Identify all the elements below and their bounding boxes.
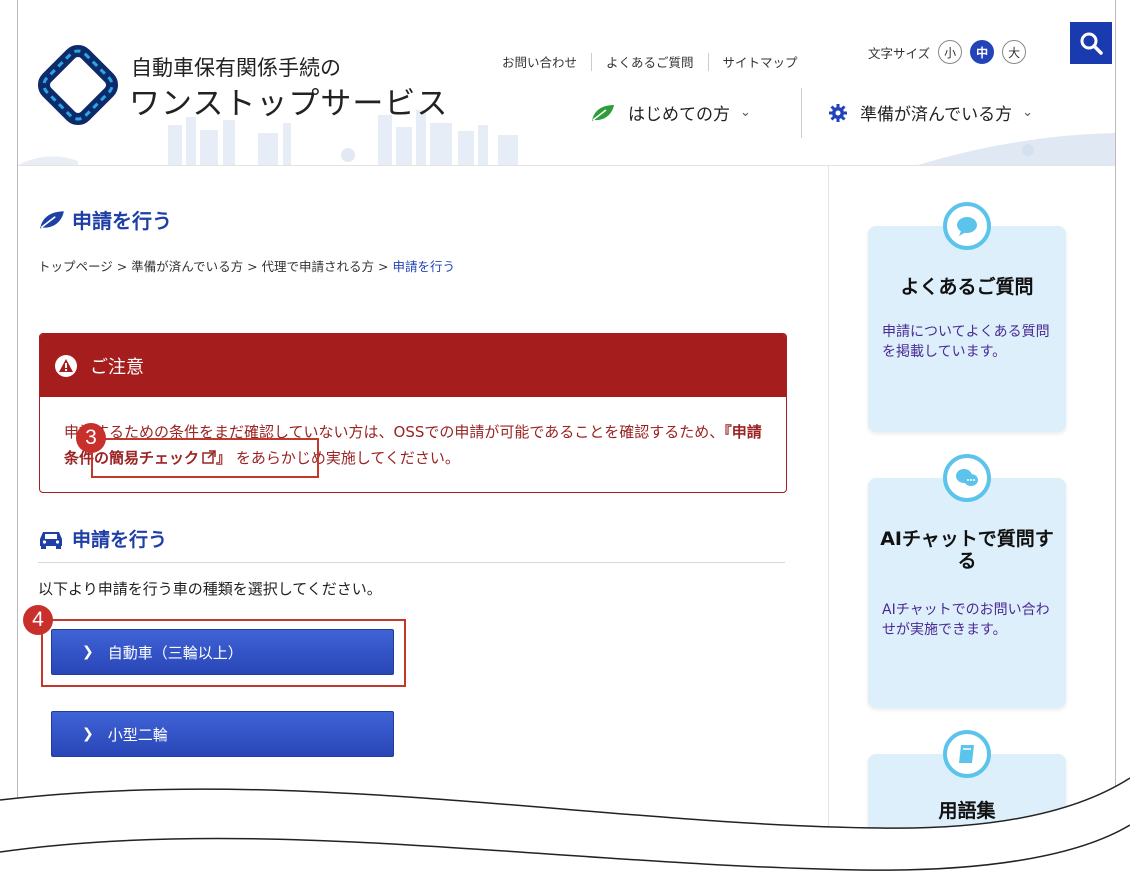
chat-bubbles-icon xyxy=(943,454,991,502)
browser-frame: 自動車保有関係手続の ワンストップサービス お問い合わせ よくあるご質問 サイト… xyxy=(17,0,1116,877)
breadcrumb: トップページ > 準備が済んでいる方 > 代理で申請される方 > 申請を行う xyxy=(38,256,455,275)
speech-bubble-icon xyxy=(943,202,991,250)
leaf-icon xyxy=(592,104,614,121)
nav-first-time-label: はじめての方 xyxy=(628,105,730,125)
section-title-text: 申請を行う xyxy=(72,529,168,551)
step-badge-3: 3 xyxy=(76,423,106,453)
chevron-right-icon: ❯ xyxy=(82,726,94,742)
breadcrumb-separator: > xyxy=(247,259,262,274)
breadcrumb-current: 申請を行う xyxy=(392,259,455,274)
vehicle-bike-label: 小型二輪 xyxy=(107,725,168,744)
font-size-large-button[interactable]: 大 xyxy=(1002,40,1027,64)
site-header: 自動車保有関係手続の ワンストップサービス お問い合わせ よくあるご質問 サイト… xyxy=(18,0,1115,166)
font-size-medium-button[interactable]: 中 xyxy=(970,40,995,64)
font-size-control: 文字サイズ 小 中 大 xyxy=(868,40,1027,64)
search-icon xyxy=(1080,32,1103,55)
nav-divider xyxy=(801,88,802,138)
breadcrumb-separator: > xyxy=(116,259,132,274)
util-link-sitemap[interactable]: サイトマップ xyxy=(709,52,812,71)
nav-prepared-label: 準備が済んでいる方 xyxy=(860,105,1013,125)
faq-card-title: よくあるご質問 xyxy=(900,276,1034,298)
section-divider xyxy=(38,562,785,563)
logo-title-line2[interactable]: ワンストップサービス xyxy=(129,78,448,123)
font-size-label: 文字サイズ xyxy=(868,45,931,61)
util-link-contact[interactable]: お問い合わせ xyxy=(488,52,591,71)
warning-icon xyxy=(55,354,77,377)
breadcrumb-prepared[interactable]: 準備が済んでいる方 xyxy=(131,259,243,274)
chevron-right-icon: ❯ xyxy=(82,644,94,660)
breadcrumb-top[interactable]: トップページ xyxy=(38,259,113,274)
section-title: 申請を行う xyxy=(38,525,167,552)
instruction-text: 以下より申請を行う車の種類を選択してください。 xyxy=(38,580,382,598)
page-title-text: 申請を行う xyxy=(72,209,172,233)
vehicle-car-button[interactable]: ❯ 自動車（三輪以上） xyxy=(51,629,394,675)
chevron-down-icon: ⌄ xyxy=(1022,105,1034,120)
search-button[interactable] xyxy=(1070,22,1112,64)
font-size-small-button[interactable]: 小 xyxy=(938,40,963,64)
highlight-box-step3 xyxy=(91,438,319,478)
nav-first-time[interactable]: はじめての方 ⌄ xyxy=(590,100,751,125)
util-link-faq[interactable]: よくあるご質問 xyxy=(592,52,708,71)
notice-header: ご注意 xyxy=(40,334,786,397)
step-badge-4: 4 xyxy=(23,605,53,635)
site-logo-icon xyxy=(37,44,119,126)
leaf-icon xyxy=(40,210,64,229)
page-title: 申請を行う xyxy=(38,205,172,234)
breadcrumb-proxy[interactable]: 代理で申請される方 xyxy=(262,259,375,274)
breadcrumb-separator: > xyxy=(378,259,393,274)
gear-icon xyxy=(829,103,847,122)
car-icon xyxy=(40,531,62,549)
faq-card-description: 申請についてよくある質問を掲載しています。 xyxy=(882,324,1050,360)
ai-chat-card[interactable]: AIチャットで質問する AIチャットでのお問い合わせが実施できます。 xyxy=(868,454,1066,708)
page-cutoff-wave-decoration xyxy=(0,777,1130,877)
chevron-down-icon: ⌄ xyxy=(740,105,751,120)
utility-nav: お問い合わせ よくあるご質問 サイトマップ xyxy=(488,52,812,71)
nav-prepared[interactable]: 準備が済んでいる方 ⌄ xyxy=(828,100,1033,125)
notice-heading: ご注意 xyxy=(90,356,144,378)
vehicle-car-label: 自動車（三輪以上） xyxy=(107,643,243,662)
ai-chat-card-description: AIチャットでのお問い合わせが実施できます。 xyxy=(882,602,1050,638)
faq-card[interactable]: よくあるご質問 申請についてよくある質問を掲載しています。 xyxy=(868,202,1066,432)
ai-chat-card-title: AIチャットで質問する xyxy=(880,528,1054,572)
vehicle-bike-button[interactable]: ❯ 小型二輪 xyxy=(51,711,394,757)
